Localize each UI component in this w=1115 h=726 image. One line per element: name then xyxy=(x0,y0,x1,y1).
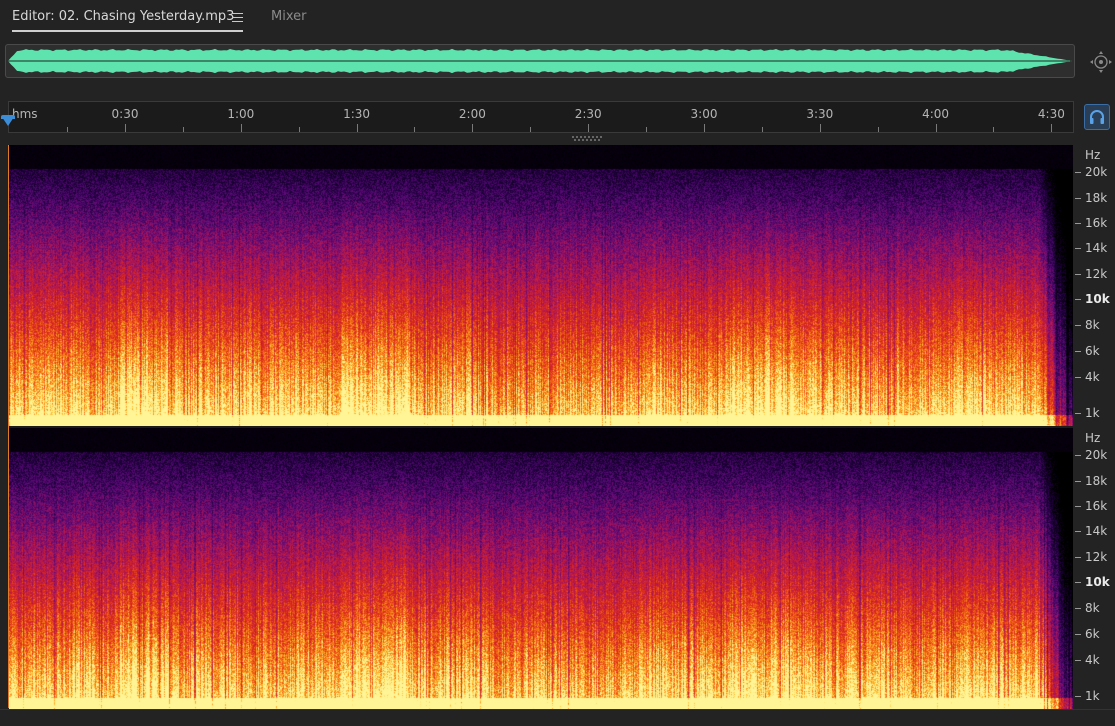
frequency-tick xyxy=(1075,660,1081,661)
frequency-label: 4k xyxy=(1085,370,1100,384)
frequency-tick xyxy=(1075,481,1081,482)
frequency-label: 4k xyxy=(1085,653,1100,667)
frequency-tick xyxy=(1075,351,1081,352)
ruler-tick xyxy=(993,127,995,132)
frequency-label: 10k xyxy=(1085,292,1110,306)
editor-tab-bar: Editor: 02. Chasing Yesterday.mp3 Mixer xyxy=(0,0,1115,40)
frequency-label: 8k xyxy=(1085,318,1100,332)
tab-editor[interactable]: Editor: 02. Chasing Yesterday.mp3 xyxy=(12,9,234,24)
ruler-tick-label: 4:00 xyxy=(922,107,950,121)
frequency-tick xyxy=(1075,582,1081,583)
zoom-navigator-icon[interactable] xyxy=(1089,50,1113,74)
ruler-tick xyxy=(240,124,242,132)
frequency-label: 16k xyxy=(1085,499,1108,513)
overview-waveform-graphic xyxy=(8,48,1072,74)
ruler-tick xyxy=(298,127,300,132)
ruler-tick xyxy=(414,127,416,132)
spectrogram-channel-left[interactable] xyxy=(9,145,1073,426)
spectrogram-channel-right[interactable] xyxy=(9,428,1073,709)
frequency-label: 16k xyxy=(1085,216,1108,230)
frequency-label: 8k xyxy=(1085,601,1100,615)
ruler-tick xyxy=(761,127,763,132)
resize-grip-icon[interactable] xyxy=(572,136,602,142)
frequency-tick xyxy=(1075,248,1081,249)
ruler-tick-label: 3:00 xyxy=(690,107,718,121)
hamburger-menu-icon[interactable] xyxy=(231,10,244,24)
frequency-label: 14k xyxy=(1085,524,1108,538)
frequency-label: 6k xyxy=(1085,344,1100,358)
frequency-label: 18k xyxy=(1085,191,1108,205)
frequency-unit-label: Hz xyxy=(1085,148,1101,162)
ruler-tick xyxy=(530,127,532,132)
frequency-label: 18k xyxy=(1085,474,1108,488)
frequency-tick xyxy=(1075,608,1081,609)
spectrogram-canvas-right xyxy=(9,428,1073,709)
frequency-axis-right: Hz 20k 18k 16k 14k 12k 10k 8k 6k 4k 1k xyxy=(1074,428,1115,709)
selection-start-line xyxy=(8,145,9,708)
frequency-tick xyxy=(1075,696,1081,697)
frequency-tick xyxy=(1075,198,1081,199)
spectrogram-canvas-left xyxy=(9,145,1073,426)
ruler-tick xyxy=(819,124,821,132)
headphones-icon[interactable] xyxy=(1084,104,1110,130)
frequency-label: 1k xyxy=(1085,689,1100,703)
ruler-unit-label: hms xyxy=(12,107,38,121)
playhead-marker-icon[interactable] xyxy=(2,117,14,126)
tab-mixer[interactable]: Mixer xyxy=(271,9,306,24)
frequency-tick xyxy=(1075,325,1081,326)
frequency-tick xyxy=(1075,223,1081,224)
ruler-tick-label: 1:00 xyxy=(227,107,255,121)
frequency-tick xyxy=(1075,634,1081,635)
frequency-tick xyxy=(1075,274,1081,275)
ruler-tick xyxy=(646,127,647,132)
frequency-label: 1k xyxy=(1085,406,1100,420)
frequency-label: 20k xyxy=(1085,165,1108,179)
ruler-tick xyxy=(588,124,590,132)
frequency-label: 12k xyxy=(1085,550,1108,564)
frequency-tick xyxy=(1075,455,1081,456)
ruler-tick xyxy=(182,127,184,132)
ruler-tick-label: 3:30 xyxy=(806,107,834,121)
ruler-tick xyxy=(1051,124,1053,132)
frequency-unit-label: Hz xyxy=(1085,431,1101,445)
frequency-axis-left: Hz 20k 18k 16k 14k 12k 10k 8k 6k 4k 1k xyxy=(1074,145,1115,426)
frequency-label: 14k xyxy=(1085,241,1108,255)
ruler-tick-label: 4:30 xyxy=(1037,107,1065,121)
frequency-tick xyxy=(1075,531,1081,532)
waveform-overview[interactable] xyxy=(5,44,1075,78)
active-tab-underline xyxy=(12,30,243,32)
ruler-tick xyxy=(356,124,358,132)
ruler-tick-label: 2:00 xyxy=(458,107,486,121)
frequency-tick xyxy=(1075,506,1081,507)
frequency-label: 10k xyxy=(1085,575,1110,589)
ruler-tick xyxy=(935,124,937,132)
ruler-tick-label: 0:30 xyxy=(111,107,139,121)
frequency-tick xyxy=(1075,299,1081,300)
bottom-scroll-strip[interactable] xyxy=(0,709,1115,726)
ruler-tick xyxy=(67,127,68,132)
frequency-label: 12k xyxy=(1085,267,1108,281)
ruler-tick-label: 2:30 xyxy=(574,107,602,121)
ruler-tick xyxy=(472,124,474,132)
frequency-tick xyxy=(1075,557,1081,558)
ruler-tick-label: 1:30 xyxy=(343,107,371,121)
frequency-tick xyxy=(1075,413,1081,414)
time-ruler[interactable]: hms 0:30 1:00 1:30 2:00 2:30 3:00 3:30 4:00 4:30 xyxy=(8,101,1074,133)
frequency-tick xyxy=(1075,377,1081,378)
frequency-label: 6k xyxy=(1085,627,1100,641)
ruler-tick xyxy=(877,127,879,132)
frequency-label: 20k xyxy=(1085,448,1108,462)
frequency-tick xyxy=(1075,172,1081,173)
ruler-tick xyxy=(124,124,126,132)
ruler-tick xyxy=(703,124,705,132)
